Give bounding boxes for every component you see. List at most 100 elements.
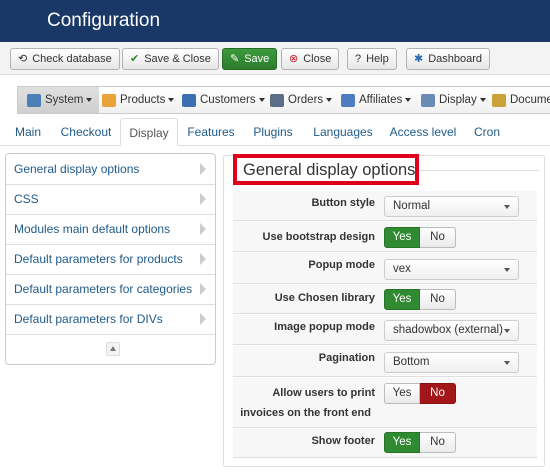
setting-row-image-popup: Image popup mode shadowbox (external)	[233, 315, 537, 345]
select-value: Normal	[393, 200, 431, 212]
dashboard-button[interactable]: ✱ Dashboard	[406, 48, 491, 70]
sidebar-item-products[interactable]: Default parameters for products	[6, 244, 215, 275]
edit-icon: ✎	[230, 52, 240, 65]
image-popup-select[interactable]: shadowbox (external)	[384, 320, 519, 341]
bootstrap-toggle[interactable]: Yes No	[384, 227, 456, 248]
yes-option[interactable]: Yes	[384, 289, 420, 310]
chevron-down-icon	[405, 98, 412, 102]
app-header: Configuration	[0, 0, 550, 42]
sidebar-item-general-display[interactable]: General display options	[6, 154, 215, 185]
menu-display[interactable]: Display	[421, 87, 486, 113]
chevron-right-icon	[200, 193, 206, 205]
refresh-icon: ⟲	[18, 52, 28, 65]
sidebar-item-label: Modules main default options	[14, 222, 171, 236]
setting-row-button-style: Button style Normal	[233, 191, 537, 221]
tools-icon	[27, 93, 41, 107]
chosen-toggle[interactable]: Yes No	[384, 289, 456, 310]
chevron-right-icon	[200, 283, 206, 295]
menu-display-label: Display	[439, 94, 477, 106]
save-label: Save	[244, 53, 270, 65]
menu-system[interactable]: System	[18, 87, 99, 113]
menu-products-label: Products	[120, 94, 166, 106]
chevron-right-icon	[200, 253, 206, 265]
cart-icon	[270, 93, 284, 107]
setting-label-line1: Allow users to print	[272, 387, 375, 399]
display-icon	[421, 93, 435, 107]
sidebar-item-divs[interactable]: Default parameters for DIVs	[6, 304, 215, 335]
setting-row-bootstrap: Use bootstrap design Yes No	[233, 222, 537, 252]
close-button[interactable]: ⊗ Close	[281, 48, 340, 70]
divider	[419, 170, 539, 171]
question-icon: ?	[355, 52, 362, 65]
check-database-label: Check database	[32, 53, 112, 65]
yes-option[interactable]: Yes	[384, 383, 420, 404]
section-title: General display options	[243, 161, 416, 179]
save-close-button[interactable]: ✔ Save & Close	[122, 48, 219, 70]
save-close-label: Save & Close	[144, 53, 211, 65]
sidebar-item-css[interactable]: CSS	[6, 184, 215, 215]
setting-row-print-invoices: Allow users to print invoices on the fro…	[233, 378, 537, 428]
select-value: vex	[393, 263, 411, 275]
popup-mode-select[interactable]: vex	[384, 259, 519, 280]
tab-plugins[interactable]: Plugins	[247, 118, 299, 146]
help-label: Help	[366, 53, 389, 65]
tab-cron[interactable]: Cron	[467, 118, 507, 146]
setting-row-popup-mode: Popup mode vex	[233, 253, 537, 284]
setting-label: Pagination	[318, 352, 375, 364]
sidebar-item-categories[interactable]: Default parameters for categories	[6, 274, 215, 305]
no-option[interactable]: No	[420, 432, 456, 453]
menu-customers[interactable]: Customers	[182, 87, 265, 113]
yes-option[interactable]: Yes	[384, 432, 420, 453]
save-button[interactable]: ✎ Save	[222, 48, 278, 70]
setting-label: Popup mode	[308, 259, 375, 271]
setting-row-show-footer: Show footer Yes No	[233, 429, 537, 458]
chevron-right-icon	[200, 163, 206, 175]
menu-orders-label: Orders	[288, 94, 324, 106]
no-option[interactable]: No	[420, 289, 456, 310]
menu-documents[interactable]: Docume	[492, 87, 550, 113]
sidebar-item-label: Default parameters for products	[14, 252, 183, 266]
affiliates-icon	[341, 93, 355, 107]
main-menu: System Products Customers Orders Affilia…	[17, 86, 550, 114]
setting-label: Use bootstrap design	[262, 231, 375, 243]
settings-sidebar: General display options CSS Modules main…	[5, 153, 216, 365]
no-option[interactable]: No	[420, 383, 456, 404]
tab-languages[interactable]: Languages	[307, 118, 379, 146]
scroll-up-icon[interactable]	[106, 342, 120, 356]
tab-main[interactable]: Main	[5, 118, 51, 146]
check-database-button[interactable]: ⟲ Check database	[10, 48, 120, 70]
yes-option[interactable]: Yes	[384, 227, 420, 248]
tab-features[interactable]: Features	[181, 118, 241, 146]
close-circle-icon: ⊗	[289, 52, 299, 65]
sidebar-item-label: CSS	[14, 192, 39, 206]
sidebar-item-modules[interactable]: Modules main default options	[6, 214, 215, 245]
tab-access-level[interactable]: Access level	[385, 118, 461, 146]
setting-label: Image popup mode	[274, 321, 375, 333]
tab-display[interactable]: Display	[120, 118, 178, 146]
select-value: Bottom	[393, 356, 430, 368]
chevron-down-icon	[168, 98, 175, 102]
print-invoices-toggle[interactable]: Yes No	[384, 383, 456, 404]
close-label: Close	[303, 53, 332, 65]
menu-orders[interactable]: Orders	[270, 87, 333, 113]
toolbar: ⟲ Check database ✔ Save & Close ✎ Save ⊗…	[0, 42, 550, 75]
section-title-highlight: General display options	[233, 154, 419, 185]
menu-affiliates[interactable]: Affiliates	[341, 87, 412, 113]
button-style-select[interactable]: Normal	[384, 196, 519, 217]
no-option[interactable]: No	[420, 227, 456, 248]
box-icon	[102, 93, 116, 107]
select-value: shadowbox (external)	[393, 324, 503, 336]
page-title: Configuration	[47, 10, 161, 31]
menu-affiliates-label: Affiliates	[359, 94, 403, 106]
menu-products[interactable]: Products	[102, 87, 175, 113]
chevron-down-icon	[326, 98, 333, 102]
show-footer-toggle[interactable]: Yes No	[384, 432, 456, 453]
menu-documents-label: Docume	[510, 94, 550, 106]
menu-customers-label: Customers	[200, 94, 256, 106]
help-button[interactable]: ? Help	[347, 48, 397, 70]
chevron-right-icon	[200, 223, 206, 235]
tab-checkout[interactable]: Checkout	[55, 118, 117, 146]
pagination-select[interactable]: Bottom	[384, 352, 519, 373]
setting-row-chosen: Use Chosen library Yes No	[233, 285, 537, 314]
chevron-right-icon	[200, 313, 206, 325]
